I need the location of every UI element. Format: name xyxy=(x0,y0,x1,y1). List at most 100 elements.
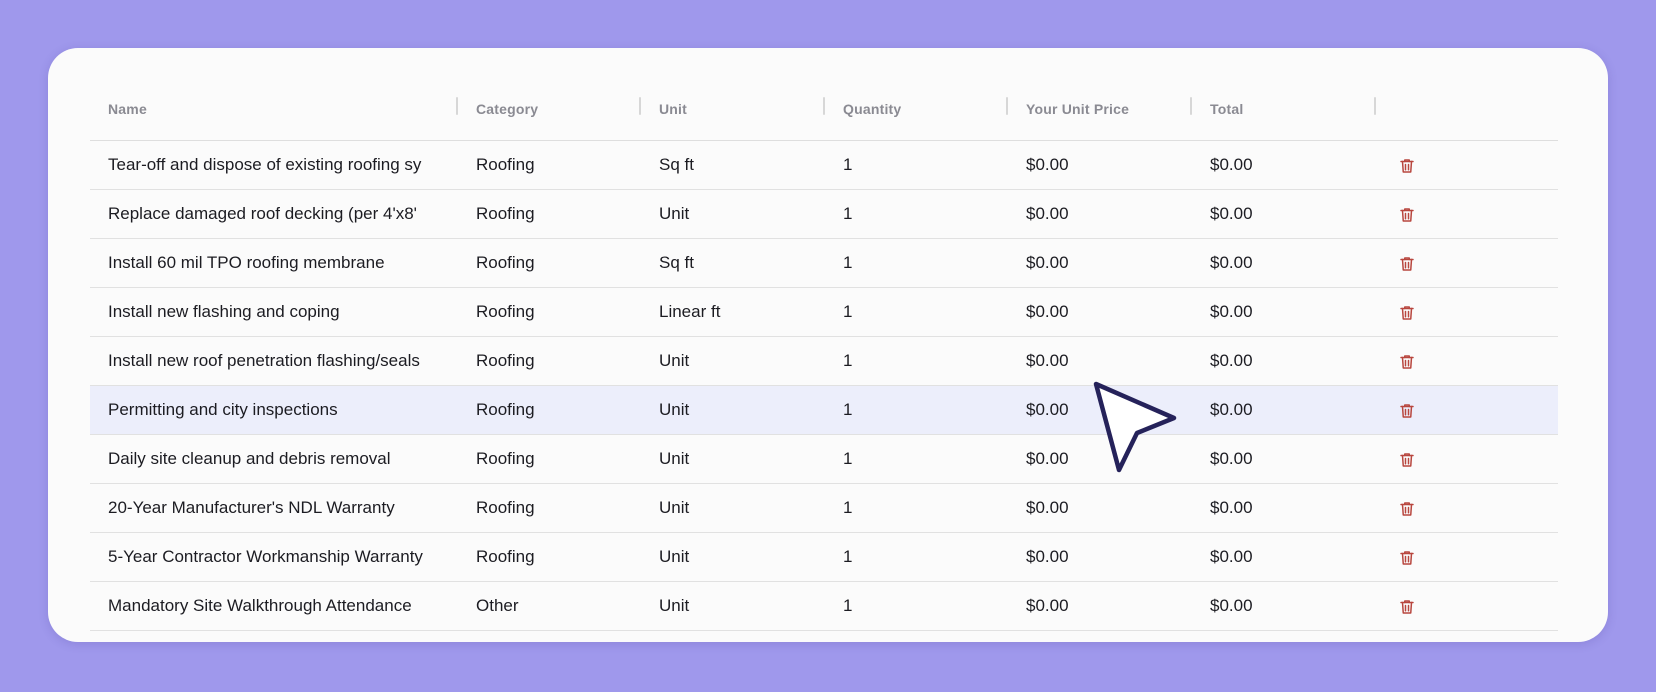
delete-row-button[interactable] xyxy=(1376,204,1558,224)
cell-category[interactable]: Roofing xyxy=(458,204,641,224)
table-row[interactable]: Install new flashing and coping Roofing Li… xyxy=(90,288,1558,337)
cell-quantity[interactable]: 1 xyxy=(825,204,1008,224)
cell-category[interactable]: Roofing xyxy=(458,351,641,371)
delete-row-button[interactable] xyxy=(1376,351,1558,371)
cell-name[interactable]: Permitting and city inspections xyxy=(90,400,458,420)
cell-total: $0.00 xyxy=(1210,498,1253,517)
cell-name[interactable]: Install new roof penetration flashing/se… xyxy=(90,351,458,371)
cell-unit-price[interactable]: $0.00 xyxy=(1008,253,1192,273)
header-unit-label: Unit xyxy=(659,101,688,117)
cell-unit[interactable]: Linear ft xyxy=(641,302,825,322)
cell-unit[interactable]: Unit xyxy=(641,204,825,224)
cell-unit-price[interactable]: $0.00 xyxy=(1008,498,1192,518)
table-row[interactable]: 20-Year Manufacturer's NDL Warranty Roofi… xyxy=(90,484,1558,533)
cell-quantity[interactable]: 1 xyxy=(825,351,1008,371)
cell-name[interactable]: Install new flashing and coping xyxy=(90,302,458,322)
cell-total: $0.00 xyxy=(1210,596,1253,615)
delete-row-button[interactable] xyxy=(1376,596,1558,616)
table-row[interactable]: Install 60 mil TPO roofing membrane Roofi… xyxy=(90,239,1558,288)
trash-icon xyxy=(1400,256,1414,271)
cell-total: $0.00 xyxy=(1210,547,1253,566)
trash-icon xyxy=(1400,305,1414,320)
table-row[interactable]: Tear-off and dispose of existing roofing… xyxy=(90,141,1558,190)
table-row[interactable]: 5-Year Contractor Workmanship Warranty Ro… xyxy=(90,533,1558,582)
cell-total: $0.00 xyxy=(1210,302,1253,321)
cell-unit[interactable]: Sq ft xyxy=(641,253,825,273)
cell-quantity[interactable]: 1 xyxy=(825,596,1008,616)
delete-row-button[interactable] xyxy=(1376,253,1558,273)
cell-name[interactable]: Daily site cleanup and debris removal xyxy=(90,449,458,469)
trash-icon xyxy=(1400,158,1414,173)
line-items-table: Name Category Unit Quantity Your Unit Pr… xyxy=(90,78,1558,631)
header-total-label: Total xyxy=(1210,101,1244,117)
header-name-label: Name xyxy=(108,101,147,117)
cell-quantity[interactable]: 1 xyxy=(825,253,1008,273)
header-category[interactable]: Category xyxy=(458,97,641,117)
delete-row-button[interactable] xyxy=(1376,449,1558,469)
trash-icon xyxy=(1400,207,1414,222)
header-total[interactable]: Total xyxy=(1192,97,1376,117)
cell-category[interactable]: Roofing xyxy=(458,302,641,322)
trash-icon xyxy=(1400,403,1414,418)
table-row[interactable]: Replace damaged roof decking (per 4'x8' R… xyxy=(90,190,1558,239)
cell-quantity[interactable]: 1 xyxy=(825,400,1008,420)
cell-quantity[interactable]: 1 xyxy=(825,302,1008,322)
cell-total: $0.00 xyxy=(1210,351,1253,370)
header-category-label: Category xyxy=(476,101,539,117)
cell-unit-price[interactable]: $0.00 xyxy=(1008,596,1192,616)
header-unit-price[interactable]: Your Unit Price xyxy=(1008,97,1192,117)
cell-total: $0.00 xyxy=(1210,204,1253,223)
cell-total: $0.00 xyxy=(1210,253,1253,272)
trash-icon xyxy=(1400,354,1414,369)
header-unit[interactable]: Unit xyxy=(641,97,825,117)
cell-name[interactable]: Tear-off and dispose of existing roofing… xyxy=(90,155,458,175)
cell-quantity[interactable]: 1 xyxy=(825,449,1008,469)
table-header: Name Category Unit Quantity Your Unit Pr… xyxy=(90,78,1558,141)
cell-name[interactable]: Replace damaged roof decking (per 4'x8' xyxy=(90,204,458,224)
table-row[interactable]: Install new roof penetration flashing/se… xyxy=(90,337,1558,386)
trash-icon xyxy=(1400,501,1414,516)
cell-total: $0.00 xyxy=(1210,155,1253,174)
cell-unit[interactable]: Unit xyxy=(641,351,825,371)
cell-category[interactable]: Roofing xyxy=(458,547,641,567)
cell-unit-price[interactable]: $0.00 xyxy=(1008,155,1192,175)
trash-icon xyxy=(1400,599,1414,614)
table-row[interactable]: Daily site cleanup and debris removal Roo… xyxy=(90,435,1558,484)
cell-category[interactable]: Other xyxy=(458,596,641,616)
cell-category[interactable]: Roofing xyxy=(458,155,641,175)
cell-unit[interactable]: Sq ft xyxy=(641,155,825,175)
header-quantity-label: Quantity xyxy=(843,101,902,117)
cell-unit-price[interactable]: $0.00 xyxy=(1008,302,1192,322)
cell-total: $0.00 xyxy=(1210,449,1253,468)
cell-unit[interactable]: Unit xyxy=(641,498,825,518)
cell-unit-price[interactable]: $0.00 xyxy=(1008,351,1192,371)
cell-name[interactable]: Mandatory Site Walkthrough Attendance xyxy=(90,596,458,616)
column-resize-handle[interactable] xyxy=(1374,97,1376,115)
delete-row-button[interactable] xyxy=(1376,400,1558,420)
header-name[interactable]: Name xyxy=(90,97,458,117)
cell-unit[interactable]: Unit xyxy=(641,400,825,420)
cell-category[interactable]: Roofing xyxy=(458,498,641,518)
cell-quantity[interactable]: 1 xyxy=(825,498,1008,518)
table-row[interactable]: Mandatory Site Walkthrough Attendance Oth… xyxy=(90,582,1558,631)
delete-row-button[interactable] xyxy=(1376,302,1558,322)
cell-name[interactable]: 20-Year Manufacturer's NDL Warranty xyxy=(90,498,458,518)
cell-quantity[interactable]: 1 xyxy=(825,155,1008,175)
delete-row-button[interactable] xyxy=(1376,155,1558,175)
cell-category[interactable]: Roofing xyxy=(458,449,641,469)
cell-unit[interactable]: Unit xyxy=(641,449,825,469)
cell-category[interactable]: Roofing xyxy=(458,253,641,273)
header-quantity[interactable]: Quantity xyxy=(825,97,1008,117)
cell-unit[interactable]: Unit xyxy=(641,596,825,616)
cell-category[interactable]: Roofing xyxy=(458,400,641,420)
cell-unit[interactable]: Unit xyxy=(641,547,825,567)
table-row[interactable]: Permitting and city inspections Roofing Un… xyxy=(90,386,1558,435)
cell-name[interactable]: 5-Year Contractor Workmanship Warranty xyxy=(90,547,458,567)
delete-row-button[interactable] xyxy=(1376,498,1558,518)
cell-unit-price[interactable]: $0.00 xyxy=(1008,547,1192,567)
cell-quantity[interactable]: 1 xyxy=(825,547,1008,567)
cell-name[interactable]: Install 60 mil TPO roofing membrane xyxy=(90,253,458,273)
delete-row-button[interactable] xyxy=(1376,547,1558,567)
cell-unit-price[interactable]: $0.00 xyxy=(1008,204,1192,224)
trash-icon xyxy=(1400,550,1414,565)
